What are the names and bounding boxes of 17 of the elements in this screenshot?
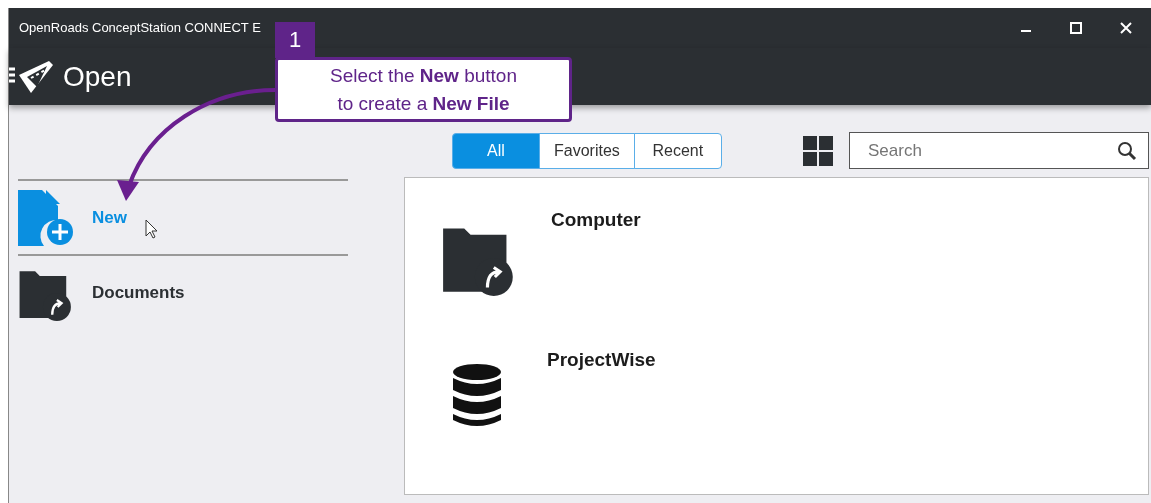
- sidebar-item[interactable]: Documents: [18, 254, 348, 329]
- cursor-icon: [144, 218, 159, 239]
- page-title: Open: [63, 59, 132, 94]
- filter-tab[interactable]: Recent: [633, 132, 722, 169]
- close-icon[interactable]: [1120, 22, 1132, 34]
- location-label[interactable]: ProjectWise: [547, 346, 656, 458]
- maximize-icon[interactable]: [1070, 22, 1082, 34]
- filter-tab[interactable]: Favorites: [539, 132, 635, 169]
- step-badge: 1: [275, 22, 315, 58]
- new-file-icon: [18, 189, 74, 246]
- search-icon[interactable]: [1117, 141, 1137, 161]
- search-field[interactable]: Search: [849, 132, 1149, 169]
- grid-view-icon[interactable]: [803, 135, 833, 166]
- callout-text: to create a New File: [336, 92, 511, 116]
- window-title: OpenRoads ConceptStation CONNECT E: [19, 19, 261, 38]
- callout-text: Select the New button: [329, 64, 518, 88]
- location-label[interactable]: Computer: [551, 206, 641, 318]
